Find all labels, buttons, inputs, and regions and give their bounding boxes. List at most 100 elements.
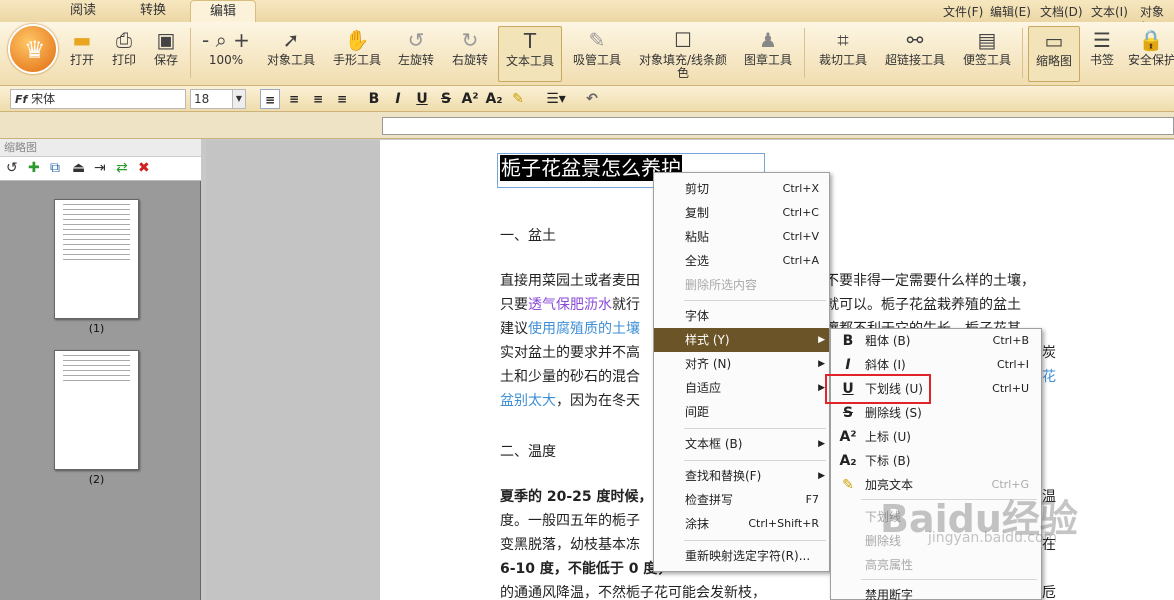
- divider: [804, 28, 805, 78]
- menu-item-font[interactable]: 字体: [654, 304, 829, 328]
- delete-page-icon[interactable]: ✖: [138, 160, 150, 176]
- paragraph-line: 炭: [1042, 345, 1056, 361]
- crop-icon: ⌗: [837, 28, 849, 52]
- align-right-icon[interactable]: ≡: [308, 89, 328, 109]
- lock-icon: 🔒: [1138, 28, 1164, 52]
- panel-title: 缩略图: [0, 139, 201, 157]
- menu-document[interactable]: 文档(D): [1040, 3, 1083, 20]
- extract-page-icon[interactable]: ⏏: [72, 160, 85, 176]
- menu-item-delete-selection[interactable]: 删除所选内容: [654, 273, 829, 297]
- menu-item-copy[interactable]: 复制 Ctrl+C: [654, 201, 829, 225]
- bookmark-icon: ☰: [1093, 28, 1111, 52]
- menu-item-paste[interactable]: 粘贴 Ctrl+V: [654, 225, 829, 249]
- font-family-select[interactable]: Ff 宋体: [10, 89, 186, 109]
- thumbnail-panel: 缩略图 ↺ ✚ ⧉ ⏏ ⇥ ⇄ ✖ (1) (2): [0, 139, 201, 600]
- crop-tool-button[interactable]: ⌗ 裁切工具: [814, 26, 872, 82]
- hand-tool-button[interactable]: ✋ 手形工具: [328, 26, 386, 82]
- save-button[interactable]: ▣ 保存: [148, 26, 184, 82]
- undo-icon[interactable]: ↶: [582, 89, 602, 109]
- eyedropper-tool-button[interactable]: ✎ 吸管工具: [570, 26, 624, 82]
- menu-separator: [684, 300, 826, 301]
- menu-item-remap-chars[interactable]: 重新映射选定字符(R)...: [654, 544, 829, 568]
- menu-item-bold[interactable]: B 粗体 (B) Ctrl+B: [831, 329, 1041, 353]
- menu-file[interactable]: 文件(F): [943, 3, 983, 20]
- hyperlink-tool-button[interactable]: ⚯ 超链接工具: [880, 26, 950, 82]
- context-menu: 剪切 Ctrl+X 复制 Ctrl+C 粘贴 Ctrl+V 全选 Ctrl+A 删除所选…: [653, 172, 830, 572]
- font-icon: Ff: [15, 93, 28, 106]
- underline-icon[interactable]: U: [412, 89, 432, 109]
- replace-page-icon[interactable]: ⇄: [116, 160, 128, 176]
- tab-convert[interactable]: 转换: [122, 0, 184, 22]
- page-thumbnail-2[interactable]: [54, 350, 139, 470]
- page-thumbnail-1[interactable]: [54, 199, 139, 319]
- menu-edit[interactable]: 编辑(E): [990, 3, 1031, 20]
- thumbnail-icon: ▭: [1044, 29, 1064, 53]
- text-tool-button[interactable]: T 文本工具: [498, 26, 562, 82]
- workspace-margin: [206, 140, 380, 600]
- menu-item-subscript[interactable]: A₂ 下标 (B): [831, 449, 1041, 473]
- paragraph-line: 的通通风降温，不然栀子花可能会发新枝，: [500, 585, 766, 600]
- menu-item-highlight-props[interactable]: 高亮属性: [831, 553, 1041, 577]
- highlight-icon[interactable]: ✎: [508, 89, 528, 109]
- menu-item-align[interactable]: 对齐 (N) ▶: [654, 352, 829, 376]
- link-icon: ⚯: [906, 28, 924, 52]
- menu-item-style[interactable]: 样式 (Y) ▶: [654, 328, 829, 352]
- paragraph-line: 6-10 度，不能低于 0 度，: [500, 561, 672, 577]
- add-page-icon[interactable]: ✚: [28, 160, 40, 176]
- strikethrough-icon[interactable]: S: [436, 89, 456, 109]
- object-tool-button[interactable]: ➚ 对象工具: [262, 26, 320, 82]
- italic-icon[interactable]: I: [388, 89, 408, 109]
- open-button[interactable]: ▬ 打开: [64, 26, 100, 82]
- insert-page-icon[interactable]: ⧉: [50, 160, 60, 176]
- align-justify-icon[interactable]: ≡: [332, 89, 352, 109]
- heading-soil: 一、盆土: [500, 228, 556, 244]
- chevron-right-icon: ▶: [818, 471, 825, 481]
- font-size-select[interactable]: 18 ▼: [190, 89, 246, 109]
- rotate-left-button[interactable]: ↺ 左旋转: [394, 26, 438, 82]
- menu-item-smear[interactable]: 涂抹 Ctrl+Shift+R: [654, 512, 829, 536]
- rotate-right-button[interactable]: ↻ 右旋转: [448, 26, 492, 82]
- paragraph-line: 花: [1042, 369, 1056, 385]
- stamp-icon: ♟: [759, 28, 777, 52]
- bold-icon[interactable]: B: [364, 89, 384, 109]
- app-logo-icon[interactable]: ♛: [8, 24, 58, 74]
- move-page-icon[interactable]: ⇥: [94, 160, 106, 176]
- menu-separator: [684, 540, 826, 541]
- menu-item-autofit[interactable]: 自适应 ▶: [654, 376, 829, 400]
- tab-read[interactable]: 阅读: [52, 0, 114, 22]
- superscript-icon[interactable]: A²: [460, 89, 480, 109]
- line-spacing-icon[interactable]: ☰▾: [540, 89, 572, 109]
- paragraph-line: 不要非得一定需要什么样的土壤，: [825, 273, 1035, 289]
- bookmark-button[interactable]: ☰ 书签: [1084, 26, 1120, 82]
- zoom-icon: - ⌕ +: [202, 28, 250, 52]
- tab-edit[interactable]: 编辑: [190, 0, 256, 22]
- menu-item-text-box[interactable]: 文本框 (B) ▶: [654, 432, 829, 456]
- format-toolbar: Ff 宋体 18 ▼ ≡ ≡ ≡ ≡ B I U S A² A₂ ✎ ☰▾ ↶: [0, 86, 1174, 112]
- menu-item-spell-check[interactable]: 检查拼写 F7: [654, 488, 829, 512]
- fill-color-button[interactable]: ☐ 对象填充/线条颜色: [634, 26, 732, 82]
- ruler-scale[interactable]: [382, 117, 1174, 135]
- paragraph-line: 只要透气保肥沥水就行: [500, 297, 640, 313]
- menu-item-strikethrough[interactable]: S 删除线 (S): [831, 401, 1041, 425]
- note-tool-button[interactable]: ▤ 便签工具: [958, 26, 1016, 82]
- fill-color-icon: ☐: [674, 28, 692, 52]
- zoom-control[interactable]: - ⌕ +100%: [196, 26, 256, 82]
- menu-item-select-all[interactable]: 全选 Ctrl+A: [654, 249, 829, 273]
- print-button[interactable]: ⎙ 打印: [106, 26, 142, 82]
- stamp-tool-button[interactable]: ♟ 图章工具: [740, 26, 796, 82]
- menu-item-disable-hyphenation[interactable]: 禁用断字: [831, 583, 1041, 600]
- align-center-icon[interactable]: ≡: [284, 89, 304, 109]
- menu-item-find-replace[interactable]: 查找和替换(F) ▶: [654, 464, 829, 488]
- menu-item-superscript[interactable]: A² 上标 (U): [831, 425, 1041, 449]
- menu-item-spacing[interactable]: 间距: [654, 400, 829, 424]
- menu-separator: [861, 579, 1037, 580]
- rotate-icon[interactable]: ↺: [6, 160, 18, 176]
- panel-toolbar: ↺ ✚ ⧉ ⏏ ⇥ ⇄ ✖: [0, 157, 201, 181]
- align-left-icon[interactable]: ≡: [260, 89, 280, 109]
- subscript-icon[interactable]: A₂: [484, 89, 504, 109]
- thumbnail-button[interactable]: ▭ 缩略图: [1028, 26, 1080, 82]
- menu-text[interactable]: 文本(I): [1091, 3, 1128, 20]
- divider: [190, 28, 191, 78]
- menu-item-cut[interactable]: 剪切 Ctrl+X: [654, 177, 829, 201]
- security-button[interactable]: 🔒 安全保护: [1128, 26, 1174, 82]
